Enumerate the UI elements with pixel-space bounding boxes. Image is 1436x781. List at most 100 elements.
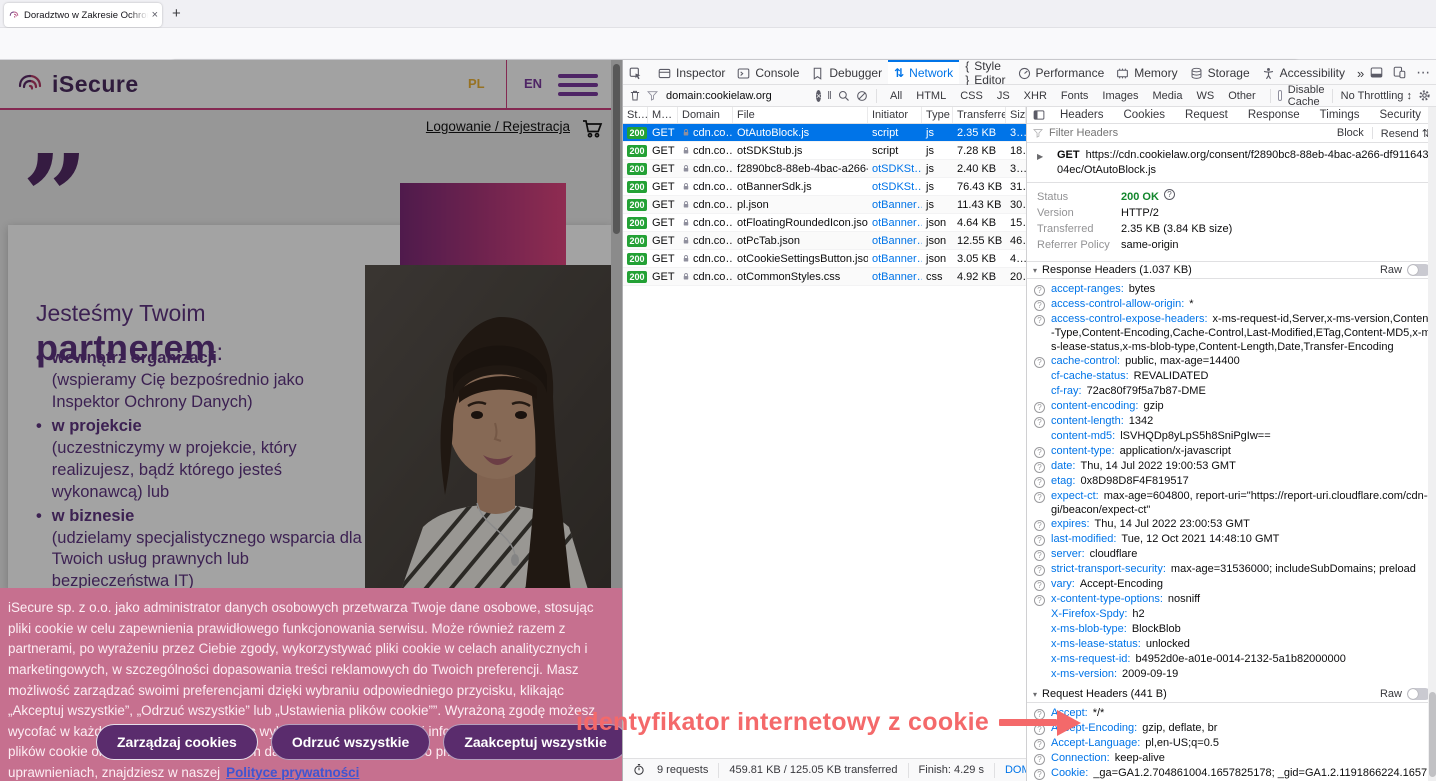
request-row[interactable]: 200 GET cdn.co… otFloatingRoundedIcon.js… xyxy=(623,214,1026,232)
new-tab-button[interactable]: + xyxy=(172,5,181,22)
header-row[interactable]: ? date:Thu, 14 Jul 2022 19:00:53 GMT xyxy=(1027,459,1436,474)
tab-debugger[interactable]: Debugger xyxy=(805,60,888,84)
meatball-menu-icon[interactable]: ⋯ xyxy=(1416,64,1430,81)
request-row[interactable]: 200 GET cdn.co… otCommonStyles.css otBan… xyxy=(623,268,1026,286)
header-row[interactable]: ? x-ms-blob-type:BlockBlob xyxy=(1027,622,1436,637)
disable-cache-checkbox[interactable] xyxy=(1278,90,1282,101)
column-header[interactable]: Type xyxy=(922,107,953,123)
header-row[interactable]: ? cache-control:public, max-age=14400 xyxy=(1027,354,1436,369)
header-row[interactable]: ? Cookie:_ga=GA1.2.704861004.1657825178;… xyxy=(1027,766,1436,781)
header-row[interactable]: ? x-ms-request-id:b4952d0e-a01e-0014-213… xyxy=(1027,652,1436,667)
network-settings-gear-icon[interactable] xyxy=(1418,89,1431,102)
initiator-cell[interactable]: script xyxy=(868,124,922,141)
header-row[interactable]: ? Connection:keep-alive xyxy=(1027,751,1436,766)
request-url-line[interactable]: ▶ GEThttps://cdn.cookielaw.org/consent/f… xyxy=(1027,143,1436,183)
resend-button[interactable]: Resend ⇅ xyxy=(1381,127,1431,140)
header-row[interactable]: ? x-ms-lease-status:unlocked xyxy=(1027,637,1436,652)
tab-memory[interactable]: Memory xyxy=(1110,60,1183,84)
type-filter-pill[interactable]: CSS xyxy=(954,89,989,103)
type-filter-pill[interactable]: WS xyxy=(1190,89,1220,103)
initiator-cell[interactable]: otBanner… xyxy=(868,268,922,285)
header-info-icon[interactable]: ? xyxy=(1034,535,1045,546)
request-row[interactable]: 200 GET cdn.co… otPcTab.json otBanner… j… xyxy=(623,232,1026,250)
header-row[interactable]: ? content-md5:lSVHQDp8yLpS5h8SniPgIw== xyxy=(1027,429,1436,444)
header-info-icon[interactable]: ? xyxy=(1034,754,1045,765)
throttling-select[interactable]: No Throttling ↕ xyxy=(1341,90,1412,102)
type-filter-pill[interactable]: All xyxy=(884,89,908,103)
header-info-icon[interactable]: ? xyxy=(1034,565,1045,576)
header-row[interactable]: ? expect-ct:max-age=604800, report-uri="… xyxy=(1027,489,1436,517)
privacy-policy-link[interactable]: Polityce prywatności xyxy=(226,765,359,780)
status-info-icon[interactable]: ? xyxy=(1164,189,1175,200)
type-filter-pill[interactable]: JS xyxy=(991,89,1016,103)
search-icon[interactable] xyxy=(838,90,850,102)
column-header[interactable]: St… xyxy=(623,107,648,123)
header-row[interactable]: ? etag:0x8D98D8F4F819517 xyxy=(1027,474,1436,489)
header-info-icon[interactable]: ? xyxy=(1034,492,1045,503)
tab-performance[interactable]: Performance xyxy=(1012,60,1111,84)
request-row[interactable]: 200 GET cdn.co… pl.json otBanner… js 11.… xyxy=(623,196,1026,214)
header-info-icon[interactable]: ? xyxy=(1034,357,1045,368)
column-header[interactable]: Transferred xyxy=(953,107,1006,123)
header-row[interactable]: ? server:cloudflare xyxy=(1027,547,1436,562)
header-row[interactable]: ? content-encoding:gzip xyxy=(1027,399,1436,414)
header-info-icon[interactable]: ? xyxy=(1034,595,1045,606)
block-url-button[interactable]: Block xyxy=(1337,127,1364,139)
header-row[interactable]: ? x-content-type-options:nosniff xyxy=(1027,592,1436,607)
type-filter-pill[interactable]: Fonts xyxy=(1055,89,1095,103)
tab-close-icon[interactable]: × xyxy=(152,9,158,21)
initiator-cell[interactable]: otBanner… xyxy=(868,196,922,213)
pick-element-icon[interactable] xyxy=(623,60,648,84)
header-info-icon[interactable]: ? xyxy=(1034,315,1045,326)
column-header[interactable]: File xyxy=(733,107,868,123)
tab-network[interactable]: ⇅ Network xyxy=(888,60,959,84)
header-row[interactable]: ? last-modified:Tue, 12 Oct 2021 14:48:1… xyxy=(1027,532,1436,547)
header-info-icon[interactable]: ? xyxy=(1034,739,1045,750)
header-info-icon[interactable]: ? xyxy=(1034,520,1045,531)
header-row[interactable]: ? content-type:application/x-javascript xyxy=(1027,444,1436,459)
pause-icon[interactable]: ‖ xyxy=(827,90,832,102)
detail-tab-headers[interactable]: Headers xyxy=(1051,107,1112,124)
tab-inspector[interactable]: Inspector xyxy=(652,60,731,84)
tab-storage[interactable]: Storage xyxy=(1184,60,1256,84)
header-row[interactable]: ? cf-ray:72ac80f79f5a7b87-DME xyxy=(1027,384,1436,399)
header-row[interactable]: ? access-control-allow-origin:* xyxy=(1027,297,1436,312)
request-row[interactable]: 200 GET cdn.co… otCookieSettingsButton.j… xyxy=(623,250,1026,268)
header-row[interactable]: ? content-length:1342 xyxy=(1027,414,1436,429)
header-row[interactable]: ? Accept-Encoding:gzip, deflate, br xyxy=(1027,721,1436,736)
header-row[interactable]: ? access-control-expose-headers:x-ms-req… xyxy=(1027,312,1436,354)
detail-tab-request[interactable]: Request xyxy=(1176,107,1237,124)
initiator-cell[interactable]: otBanner… xyxy=(868,250,922,267)
clear-filter-icon[interactable]: × xyxy=(816,90,821,102)
initiator-cell[interactable]: otSDKSt… xyxy=(868,160,922,177)
detail-tab-response[interactable]: Response xyxy=(1239,107,1309,124)
header-info-icon[interactable]: ? xyxy=(1034,550,1045,561)
header-row[interactable]: ? Accept:*/* xyxy=(1027,706,1436,721)
header-row[interactable]: ? x-ms-version:2009-09-19 xyxy=(1027,667,1436,682)
header-info-icon[interactable]: ? xyxy=(1034,580,1045,591)
tab-style-editor[interactable]: { } Style Editor xyxy=(959,60,1011,84)
header-row[interactable]: ? cf-cache-status:REVALIDATED xyxy=(1027,369,1436,384)
request-row[interactable]: 200 GET cdn.co… OtAutoBlock.js script js… xyxy=(623,124,1026,142)
filter-headers-input[interactable] xyxy=(1047,126,1333,140)
column-header[interactable]: M… xyxy=(648,107,678,123)
type-filter-pill[interactable]: HTML xyxy=(910,89,952,103)
detail-scrollbar[interactable] xyxy=(1428,107,1436,781)
column-header[interactable]: Initiator xyxy=(868,107,922,123)
type-filter-pill[interactable]: Images xyxy=(1096,89,1144,103)
block-icon[interactable] xyxy=(856,90,868,102)
header-info-icon[interactable]: ? xyxy=(1034,447,1045,458)
initiator-cell[interactable]: script xyxy=(868,142,922,159)
initiator-cell[interactable]: otBanner… xyxy=(868,214,922,231)
responsive-mode-icon[interactable] xyxy=(1393,66,1406,79)
browser-tab[interactable]: Doradztwo w Zakresie Ochrony Dany × xyxy=(4,3,162,27)
header-info-icon[interactable]: ? xyxy=(1034,300,1045,311)
request-filter-input[interactable] xyxy=(664,89,810,103)
split-console-icon[interactable] xyxy=(1370,66,1383,79)
header-row[interactable]: ? Accept-Language:pl,en-US;q=0.5 xyxy=(1027,736,1436,751)
column-header[interactable]: Domain xyxy=(678,107,733,123)
header-info-icon[interactable]: ? xyxy=(1034,769,1045,780)
more-tools-chevron[interactable]: » xyxy=(1351,60,1370,84)
reject-all-button[interactable]: Odrzuć wszystkie xyxy=(271,724,431,760)
initiator-cell[interactable]: otSDKSt… xyxy=(868,178,922,195)
